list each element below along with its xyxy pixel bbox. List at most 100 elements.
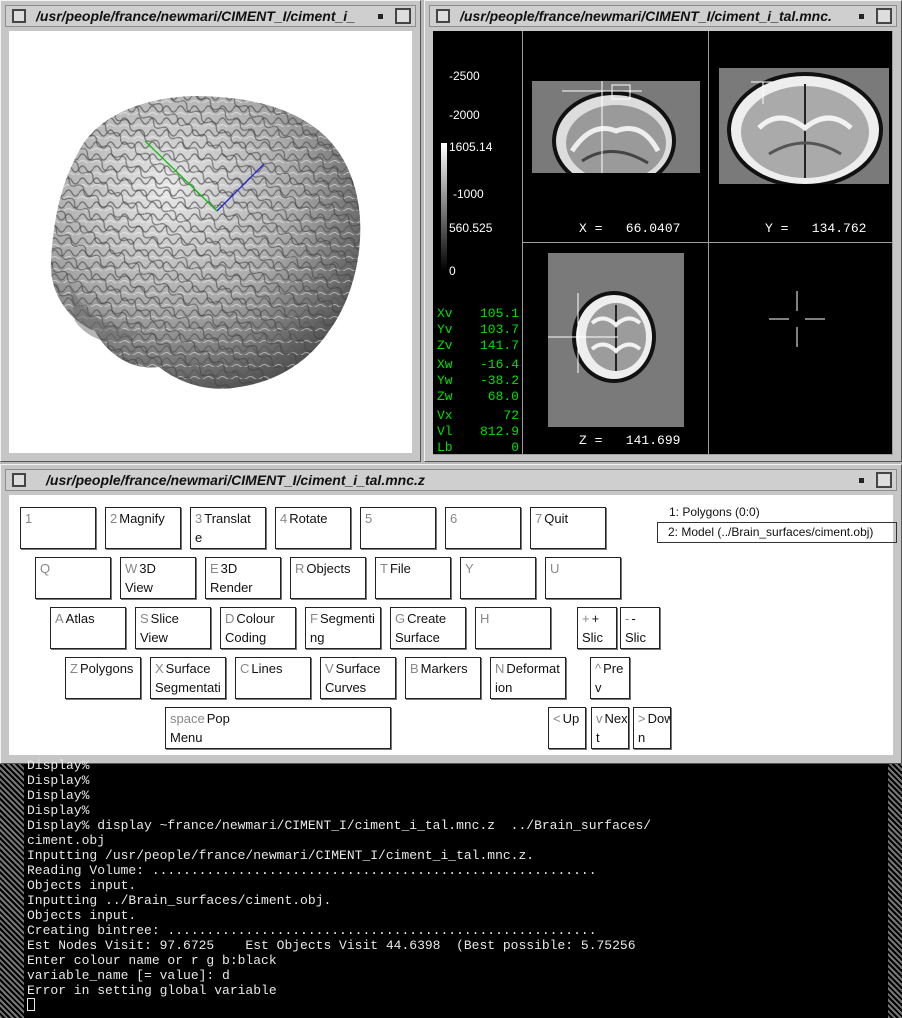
window-title: /usr/people/france/newmari/CIMENT_I/cime…	[46, 472, 425, 488]
maximize-icon[interactable]	[876, 8, 892, 24]
colorbar-gradient	[441, 143, 447, 271]
iconify-icon[interactable]	[859, 478, 864, 483]
readout-key: Xw	[437, 357, 453, 372]
readout-value: 68.0	[487, 389, 519, 404]
window-menu-icon[interactable]	[12, 9, 26, 23]
translate-button[interactable]: 3 Translat e	[190, 507, 266, 549]
terminal-scrollbar[interactable]	[0, 764, 24, 1018]
list-item[interactable]: 1: Polygons (0:0)	[657, 503, 897, 522]
readout-value: -38.2	[479, 373, 519, 388]
lines-button[interactable]: C Lines	[235, 657, 311, 699]
key-u-button[interactable]: U	[545, 557, 621, 599]
prev-slice-button[interactable]: - - Slic	[620, 607, 660, 649]
colorbar-tick: -2500	[449, 69, 480, 83]
slices-titlebar[interactable]: /usr/people/france/newmari/CIMENT_I/cime…	[429, 5, 897, 27]
readout-value: 141.7	[479, 338, 519, 353]
crosshair-icon	[769, 291, 825, 347]
window-menu-icon[interactable]	[12, 473, 26, 487]
slices-viewport: -2500 -2000 1605.14 -1000 560.525 0 Xv 10…	[433, 31, 893, 455]
objects-list: 1: Polygons (0:0) 2: Model (../Brain_sur…	[657, 503, 897, 543]
3d-render-button[interactable]: E 3D Render	[205, 557, 281, 599]
readout-key: Vl	[437, 424, 453, 439]
sagittal-slice-panel[interactable]: X = 66.0407	[523, 31, 709, 243]
x-coordinate-label: X = 66.0407	[579, 221, 681, 236]
brain-surface-render	[50, 95, 361, 389]
magnify-button[interactable]: 2 Magnify	[105, 507, 181, 549]
readout-value: 105.1	[479, 306, 519, 321]
colorbar-tick: 0	[449, 264, 456, 278]
menu-titlebar[interactable]: /usr/people/france/newmari/CIMENT_I/cime…	[5, 469, 897, 491]
brain-3d-viewport[interactable]	[9, 31, 412, 453]
readout-key: Zw	[437, 389, 453, 404]
terminal-right-border	[888, 764, 902, 1018]
axial-slice-image	[548, 253, 684, 427]
colorbar-tick: -1000	[453, 187, 484, 201]
pop-menu-button[interactable]: space Pop Menu	[165, 707, 391, 749]
brain-3d-titlebar[interactable]: /usr/people/france/newmari/CIMENT_I/cime…	[5, 5, 416, 27]
iconify-icon[interactable]	[378, 14, 383, 19]
crosshair-panel[interactable]	[709, 243, 893, 455]
create-surface-button[interactable]: G Create Surface	[390, 607, 466, 649]
iconify-icon[interactable]	[859, 14, 864, 19]
readout-key: Yv	[437, 322, 453, 337]
key-1-button[interactable]: 1	[20, 507, 96, 549]
axial-slice-panel[interactable]: Z = 141.699	[523, 243, 709, 455]
window-title: /usr/people/france/newmari/CIMENT_I/cime…	[460, 8, 832, 24]
readout-value: 812.9	[479, 424, 519, 439]
readout-value: 103.7	[479, 322, 519, 337]
maximize-icon[interactable]	[876, 472, 892, 488]
key-5-button[interactable]: 5	[360, 507, 436, 549]
quit-button[interactable]: 7 Quit	[530, 507, 606, 549]
down-button[interactable]: >Down	[633, 707, 671, 749]
slice-view-button[interactable]: S Slice View	[135, 607, 211, 649]
colorbar-tick: 1605.14	[449, 140, 493, 154]
brain-3d-window: /usr/people/france/newmari/CIMENT_I/cime…	[0, 0, 421, 462]
objects-button[interactable]: R Objects	[290, 557, 366, 599]
colorbar-panel: -2500 -2000 1605.14 -1000 560.525 0 Xv 10…	[433, 31, 523, 455]
previous-menu-button[interactable]: ^ Pre v	[590, 657, 630, 699]
colorbar-tick: 560.525	[449, 221, 493, 235]
up-button[interactable]: < Up	[548, 707, 586, 749]
atlas-button[interactable]: A Atlas	[50, 607, 126, 649]
readout-key: Xv	[437, 306, 453, 321]
coronal-slice-panel[interactable]: Y = 134.762	[709, 31, 893, 243]
readout-value: 72	[503, 408, 519, 423]
3d-view-button[interactable]: W 3D View	[120, 557, 196, 599]
polygons-button[interactable]: Z Polygons	[65, 657, 141, 699]
voxel-readout: Xv 105.1 Yv 103.7 Zv 141.7 Xw -16.4 Yw -38.2 …	[437, 307, 519, 454]
window-menu-icon[interactable]	[436, 9, 450, 23]
z-coordinate-label: Z = 141.699	[579, 433, 681, 448]
readout-value: -16.4	[479, 357, 519, 372]
y-coordinate-label: Y = 134.762	[765, 221, 867, 236]
readout-key: Vx	[437, 408, 453, 423]
menu-panel: 1 2 Magnify 3 Translat e 4 Rotate 5 6 7 Quit …	[9, 495, 897, 755]
readout-value: 0	[511, 440, 519, 455]
sagittal-slice-image	[532, 81, 700, 173]
file-button[interactable]: T File	[375, 557, 451, 599]
markers-button[interactable]: B Markers	[405, 657, 481, 699]
key-6-button[interactable]: 6	[445, 507, 521, 549]
slices-window: /usr/people/france/newmari/CIMENT_I/cime…	[424, 0, 902, 462]
colour-coding-button[interactable]: D Colour Coding	[220, 607, 296, 649]
terminal-output: Display% Display% Display% Display% Disp…	[27, 758, 651, 1013]
readout-key: Yw	[437, 373, 453, 388]
deformation-button[interactable]: N Deformat ion	[490, 657, 566, 699]
terminal-cursor	[27, 998, 35, 1011]
key-q-button[interactable]: Q	[35, 557, 111, 599]
surface-segmentation-button[interactable]: X Surface Segmentati	[150, 657, 226, 699]
next-button[interactable]: v Nex t	[591, 707, 629, 749]
coronal-slice-image	[719, 68, 889, 184]
list-item-selected[interactable]: 2: Model (../Brain_surfaces/ciment.obj)	[657, 522, 897, 543]
readout-key: Lb	[437, 440, 453, 455]
terminal-window[interactable]: Display% Display% Display% Display% Disp…	[0, 758, 902, 1018]
surface-curves-button[interactable]: V Surface Curves	[320, 657, 396, 699]
rotate-button[interactable]: 4 Rotate	[275, 507, 351, 549]
key-h-button[interactable]: H	[475, 607, 551, 649]
menu-window: /usr/people/france/newmari/CIMENT_I/cime…	[0, 464, 902, 764]
window-title: /usr/people/france/newmari/CIMENT_I/cime…	[36, 8, 355, 24]
readout-key: Zv	[437, 338, 453, 353]
segmenting-button[interactable]: F Segmenti ng	[305, 607, 381, 649]
maximize-icon[interactable]	[395, 8, 411, 24]
next-slice-button[interactable]: + + Slic	[577, 607, 617, 649]
key-y-button[interactable]: Y	[460, 557, 536, 599]
